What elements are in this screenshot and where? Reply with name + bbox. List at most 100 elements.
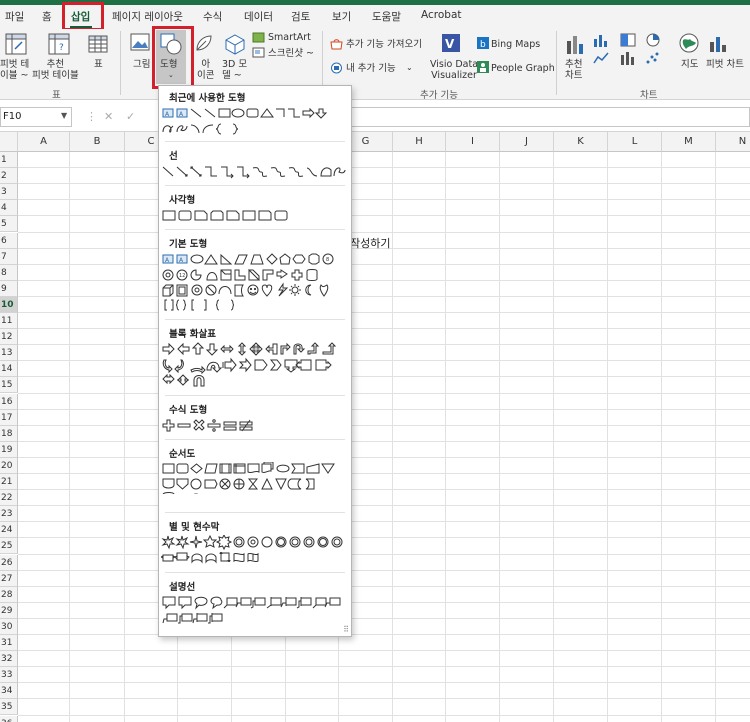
pivot-chart-label[interactable]: 피벗 차트 [706,59,744,70]
line-chart-icon[interactable] [593,51,609,65]
row-header-9[interactable]: 9 [0,280,18,297]
maps-label[interactable]: 지도 [681,59,698,70]
screenshot-label[interactable]: 스크린샷 ~ [268,48,314,59]
visio-icon[interactable]: V [439,32,463,54]
picture-icon[interactable] [130,33,150,51]
row-header-6[interactable]: 6 [0,232,18,249]
row-header-2[interactable]: 2 [0,168,18,185]
get-addins-label[interactable]: 추가 기능 가져오기 [346,39,422,50]
statistic-chart-icon[interactable] [620,51,636,65]
cell-text[interactable]: 작성하기 [350,235,390,251]
icons-icon[interactable] [194,33,214,53]
people-graph-icon[interactable] [477,61,489,73]
tab-formulas[interactable]: 수식 [203,9,222,24]
tab-review[interactable]: 검토 [291,9,310,24]
row-header-19[interactable]: 19 [0,441,18,458]
table-label[interactable]: 표 [94,59,103,70]
pivot-chart-icon[interactable] [708,32,730,54]
row-header-29[interactable]: 29 [0,602,18,619]
column-header-a[interactable]: A [18,132,70,152]
tab-page-layout[interactable]: 페이지 레이아웃 [112,9,183,24]
row-header-8[interactable]: 8 [0,264,18,281]
row-header-25[interactable]: 25 [0,538,18,555]
picture-label[interactable]: 그림 [133,59,150,70]
row-header-3[interactable]: 3 [0,184,18,201]
rectangles-shapes-row[interactable] [161,208,351,224]
pivot-table-icon[interactable] [5,33,27,55]
row-header-4[interactable]: 4 [0,200,18,217]
column-header-m[interactable]: M [662,132,716,152]
row-header-13[interactable]: 13 [0,345,18,362]
pie-chart-icon[interactable] [645,33,661,47]
recommended-pivot-label[interactable]: 추천 피벗 테이블 [32,59,79,81]
recommended-charts-icon[interactable] [566,33,586,55]
tab-acrobat[interactable]: Acrobat [421,9,462,21]
row-header-31[interactable]: 31 [0,635,18,652]
row-header-26[interactable]: 26 [0,554,18,571]
basic-shapes-rows[interactable]: A A 8 12 [161,252,351,314]
spreadsheet-grid[interactable]: ABCDEFGHIJKLMN 1234567891011121314151617… [0,132,750,722]
smartart-label[interactable]: SmartArt [268,32,311,43]
row-header-16[interactable]: 16 [0,393,18,410]
screenshot-icon[interactable] [252,47,265,58]
row-header-11[interactable]: 11 [0,313,18,330]
row-header-36[interactable]: 36 [0,715,18,722]
column-header-h[interactable]: H [393,132,446,152]
check-icon[interactable]: ✓ [126,110,135,123]
3d-model-icon[interactable] [224,33,246,55]
3d-model-label[interactable]: 3D 모 델 ~ [222,59,247,81]
recommended-charts-label[interactable]: 추천 차트 [565,59,582,81]
store-icon[interactable] [330,38,343,50]
bing-maps-label[interactable]: Bing Maps [491,39,540,50]
row-header-10[interactable]: 10 [0,296,18,313]
chevron-down-icon[interactable]: ▼ [61,111,67,120]
hierarchy-chart-icon[interactable] [620,33,636,47]
my-addins-icon[interactable] [330,62,343,74]
row-header-17[interactable]: 17 [0,409,18,426]
tab-home[interactable]: 홈 [42,9,52,24]
tab-file[interactable]: 파일 [5,9,24,24]
column-header-n[interactable]: N [716,132,750,152]
tab-data[interactable]: 데이터 [244,9,273,24]
smartart-icon[interactable] [252,32,265,43]
stars-banners-rows[interactable] [161,535,351,567]
column-chart-icon[interactable] [593,33,609,47]
row-header-22[interactable]: 22 [0,490,18,507]
select-all-corner[interactable] [0,132,18,152]
visio-label[interactable]: Visio Data Visualizer [430,59,478,81]
flowchart-shapes-rows[interactable] [161,462,351,494]
row-header-24[interactable]: 24 [0,522,18,539]
block-arrows-rows[interactable] [161,342,351,390]
row-header-34[interactable]: 34 [0,683,18,700]
bing-maps-icon[interactable]: b [477,37,489,49]
my-addins-label[interactable]: 내 추가 기능 [346,63,396,74]
row-header-33[interactable]: 33 [0,667,18,684]
chevron-down-icon[interactable]: ⌄ [406,62,413,73]
maps-icon[interactable] [678,32,700,54]
cancel-icon[interactable]: ✕ [104,110,113,123]
row-header-23[interactable]: 23 [0,506,18,523]
column-header-k[interactable]: K [554,132,608,152]
column-header-j[interactable]: J [500,132,554,152]
icons-label[interactable]: 아 이콘 [197,59,214,81]
scatter-chart-icon[interactable] [645,51,661,65]
column-header-l[interactable]: L [608,132,662,152]
recent-shapes-row[interactable]: A A [161,106,351,138]
pivot-table-label[interactable]: 피벗 테 이블 ~ [0,59,29,81]
row-header-18[interactable]: 18 [0,425,18,442]
row-header-7[interactable]: 7 [0,248,18,265]
row-header-27[interactable]: 27 [0,570,18,587]
row-header-20[interactable]: 20 [0,457,18,474]
resize-grip-icon[interactable]: ⠿ [343,625,349,634]
row-header-12[interactable]: 12 [0,329,18,346]
row-header-21[interactable]: 21 [0,474,18,491]
row-header-32[interactable]: 32 [0,651,18,668]
people-graph-label[interactable]: People Graph [491,63,555,74]
recommended-pivot-icon[interactable]: ? [48,33,70,55]
callouts-rows[interactable] [161,595,351,627]
row-header-28[interactable]: 28 [0,586,18,603]
tab-help[interactable]: 도움말 [372,9,401,24]
lines-shapes-row[interactable] [161,164,351,180]
table-icon[interactable] [88,35,108,53]
tab-view[interactable]: 보기 [332,9,351,24]
